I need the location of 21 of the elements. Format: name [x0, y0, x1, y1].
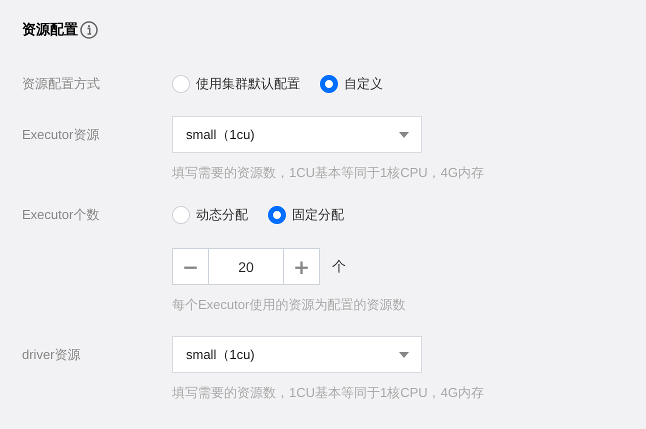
hint-text: 填写需要的资源数，1CU基本等同于1核CPU，4G内存 — [172, 164, 486, 182]
field-label: Executor个数 — [22, 206, 100, 224]
section-title: 资源配置 — [22, 21, 78, 39]
dropdown-select[interactable]: small（1cu) — [172, 116, 422, 153]
radio-option[interactable]: 自定义 — [320, 75, 383, 93]
radio-option[interactable]: 动态分配 — [172, 206, 248, 224]
hint-text: 填写需要的资源数，1CU基本等同于1核CPU，4G内存 — [172, 384, 486, 402]
caret-icon — [399, 352, 409, 358]
hint-text: 每个Executor使用的资源为配置的资源数 — [172, 296, 406, 314]
decrement-button[interactable]: − — [172, 248, 209, 285]
field-label: 资源配置方式 — [22, 75, 100, 93]
caret-icon — [399, 132, 409, 138]
info-icon[interactable] — [80, 21, 98, 39]
radio-option[interactable]: 固定分配 — [268, 206, 344, 224]
radio-option[interactable]: 使用集群默认配置 — [172, 75, 300, 93]
field-label: driver资源 — [22, 346, 81, 364]
field-label: Executor资源 — [22, 126, 100, 144]
unit-label: 个 — [332, 258, 346, 276]
number-input[interactable]: 20 — [209, 248, 283, 285]
increment-button[interactable]: + — [283, 248, 320, 285]
dropdown-select[interactable]: small（1cu) — [172, 336, 422, 373]
